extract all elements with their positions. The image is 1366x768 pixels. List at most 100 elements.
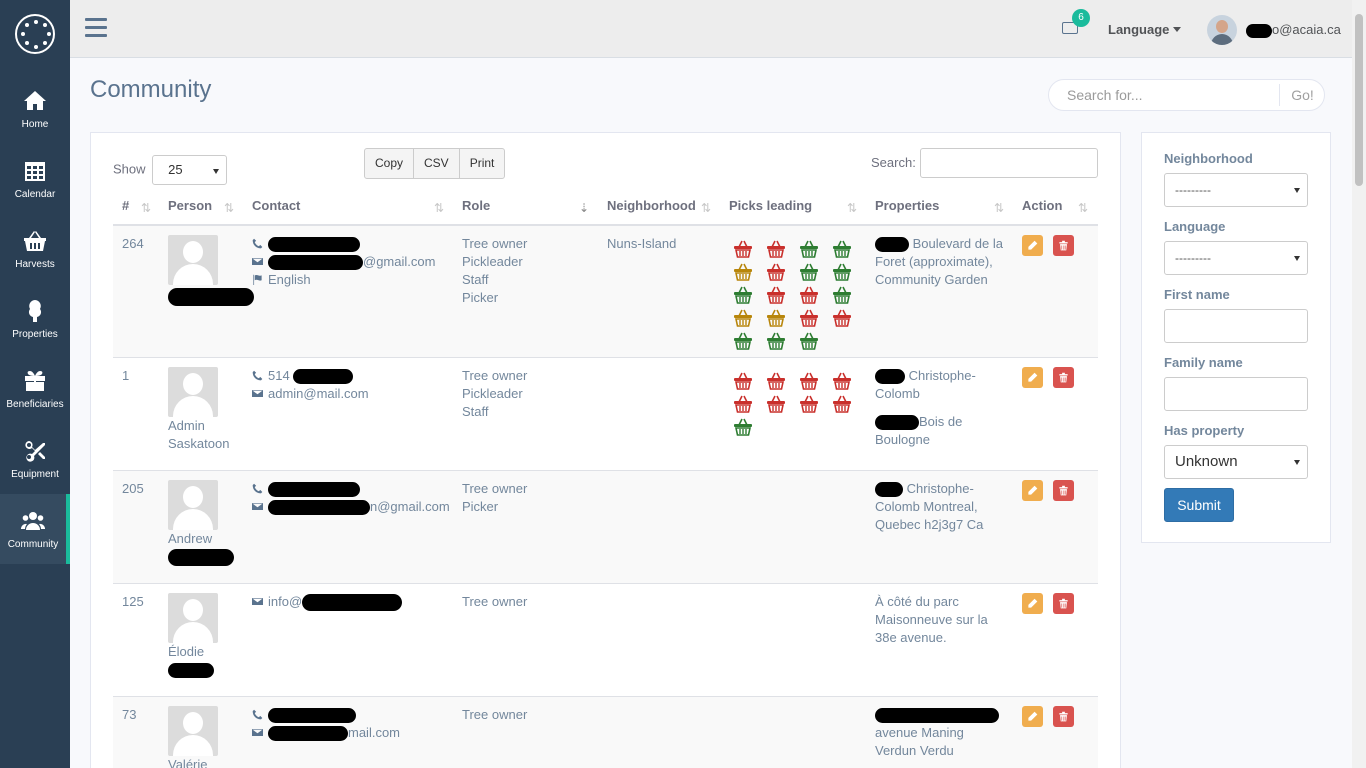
print-button[interactable]: Print: [458, 148, 506, 179]
table-search-input[interactable]: [920, 148, 1098, 178]
sidebar-item-equipment[interactable]: Equipment: [0, 424, 70, 494]
person-first-name[interactable]: Andrew: [168, 530, 234, 548]
basket-icon[interactable]: [832, 372, 852, 390]
family-name-input[interactable]: [1164, 377, 1308, 411]
sort-icon[interactable]: ⇅: [1078, 201, 1088, 215]
basket-icon[interactable]: [733, 240, 753, 258]
contact-email[interactable]: info@: [268, 594, 302, 609]
basket-icon[interactable]: [733, 309, 753, 327]
person-first-name[interactable]: Admin: [168, 417, 229, 435]
col-action[interactable]: Action: [1022, 190, 1062, 226]
go-button[interactable]: Go!: [1279, 84, 1325, 106]
basket-icon[interactable]: [799, 372, 819, 390]
person-last-name[interactable]: Saskatoon: [168, 435, 229, 453]
basket-icon[interactable]: [799, 309, 819, 327]
basket-icon[interactable]: [832, 286, 852, 304]
basket-icon[interactable]: [733, 372, 753, 390]
contact-email[interactable]: @gmail.com: [363, 254, 435, 269]
basket-icon[interactable]: [766, 286, 786, 304]
basket-icon[interactable]: [733, 286, 753, 304]
basket-icon[interactable]: [799, 395, 819, 413]
language-select[interactable]: ---------: [1164, 241, 1308, 275]
basket-icon[interactable]: [733, 395, 753, 413]
copy-button[interactable]: Copy: [364, 148, 415, 179]
basket-icon[interactable]: [733, 263, 753, 281]
user-email[interactable]: o@acaia.ca: [1246, 22, 1341, 38]
menu-toggle-icon[interactable]: [85, 18, 107, 38]
edit-button[interactable]: [1022, 367, 1043, 388]
person-first-name[interactable]: Valérie: [168, 756, 218, 768]
first-name-input[interactable]: [1164, 309, 1308, 343]
col-neighborhood[interactable]: Neighborhood: [607, 190, 696, 226]
col-id[interactable]: #: [122, 190, 129, 226]
basket-icon[interactable]: [733, 418, 753, 436]
sidebar-item-calendar[interactable]: Calendar: [0, 144, 70, 214]
sidebar-item-community[interactable]: Community: [0, 494, 70, 564]
delete-button[interactable]: [1053, 706, 1074, 727]
basket-icon[interactable]: [766, 332, 786, 350]
csv-button[interactable]: CSV: [413, 148, 460, 179]
basket-icon[interactable]: [799, 332, 819, 350]
col-person[interactable]: Person: [168, 190, 212, 226]
basket-icon[interactable]: [766, 395, 786, 413]
person-first-name[interactable]: Élodie: [168, 643, 218, 661]
basket-icon[interactable]: [766, 263, 786, 281]
page-scrollbar[interactable]: [1352, 0, 1366, 768]
has-property-select[interactable]: Unknown: [1164, 445, 1308, 479]
app-logo[interactable]: [0, 0, 70, 68]
property-address[interactable]: avenue Maning Verdun Verdu: [875, 724, 1000, 760]
delete-button[interactable]: [1053, 235, 1074, 256]
sort-icon[interactable]: ⇅: [847, 201, 857, 215]
basket-icon[interactable]: [832, 395, 852, 413]
col-contact[interactable]: Contact: [252, 190, 300, 226]
edit-button[interactable]: [1022, 593, 1043, 614]
basket-icon[interactable]: [832, 263, 852, 281]
delete-button[interactable]: [1053, 367, 1074, 388]
col-role[interactable]: Role: [462, 190, 490, 226]
submit-button[interactable]: Submit: [1164, 488, 1234, 522]
basket-icon[interactable]: [766, 309, 786, 327]
redacted-phone: [293, 369, 354, 385]
edit-button[interactable]: [1022, 706, 1043, 727]
language-dropdown[interactable]: Language: [1108, 22, 1181, 37]
col-properties[interactable]: Properties: [875, 190, 939, 226]
col-picks-leading[interactable]: Picks leading: [729, 190, 812, 226]
sort-icon[interactable]: ⇅: [224, 201, 234, 215]
role: Picker: [462, 499, 499, 514]
basket-icon[interactable]: [766, 372, 786, 390]
basket-icon[interactable]: [766, 240, 786, 258]
scrollbar-thumb[interactable]: [1355, 14, 1363, 186]
basket-icon[interactable]: [733, 332, 753, 350]
contact-email[interactable]: mail.com: [348, 725, 400, 740]
basket-icon[interactable]: [799, 286, 819, 304]
sidebar-item-home[interactable]: Home: [0, 74, 70, 144]
neighborhood-select[interactable]: ---------: [1164, 173, 1308, 207]
sort-desc-icon[interactable]: ⇣: [579, 201, 589, 215]
sort-icon[interactable]: ⇅: [701, 201, 711, 215]
role: Pickleader: [462, 254, 523, 269]
sidebar-item-harvests[interactable]: Harvests: [0, 214, 70, 284]
contact-email[interactable]: n@gmail.com: [370, 499, 450, 514]
property-address[interactable]: À côté du parc Maisonneuve sur la 38e av…: [875, 593, 997, 647]
pencil-icon: [1028, 598, 1038, 608]
contact-email[interactable]: admin@mail.com: [268, 386, 369, 401]
basket-icon[interactable]: [799, 240, 819, 258]
person-cell: Admin Saskatoon: [168, 367, 229, 453]
sort-icon[interactable]: ⇅: [994, 201, 1004, 215]
sort-icon[interactable]: ⇅: [434, 201, 444, 215]
sidebar-item-beneficiaries[interactable]: Beneficiaries: [0, 354, 70, 424]
basket-icon[interactable]: [832, 240, 852, 258]
sort-icon[interactable]: ⇅: [141, 201, 151, 215]
search-input[interactable]: [1049, 80, 1279, 110]
page-size-select[interactable]: 25: [152, 155, 228, 185]
contact-language: English: [268, 272, 311, 287]
delete-button[interactable]: [1053, 480, 1074, 501]
delete-button[interactable]: [1053, 593, 1074, 614]
edit-button[interactable]: [1022, 480, 1043, 501]
user-avatar[interactable]: [1207, 15, 1237, 45]
basket-icon[interactable]: [832, 309, 852, 327]
edit-button[interactable]: [1022, 235, 1043, 256]
sidebar-item-properties[interactable]: Properties: [0, 284, 70, 354]
redacted-address: [875, 482, 903, 498]
basket-icon[interactable]: [799, 263, 819, 281]
